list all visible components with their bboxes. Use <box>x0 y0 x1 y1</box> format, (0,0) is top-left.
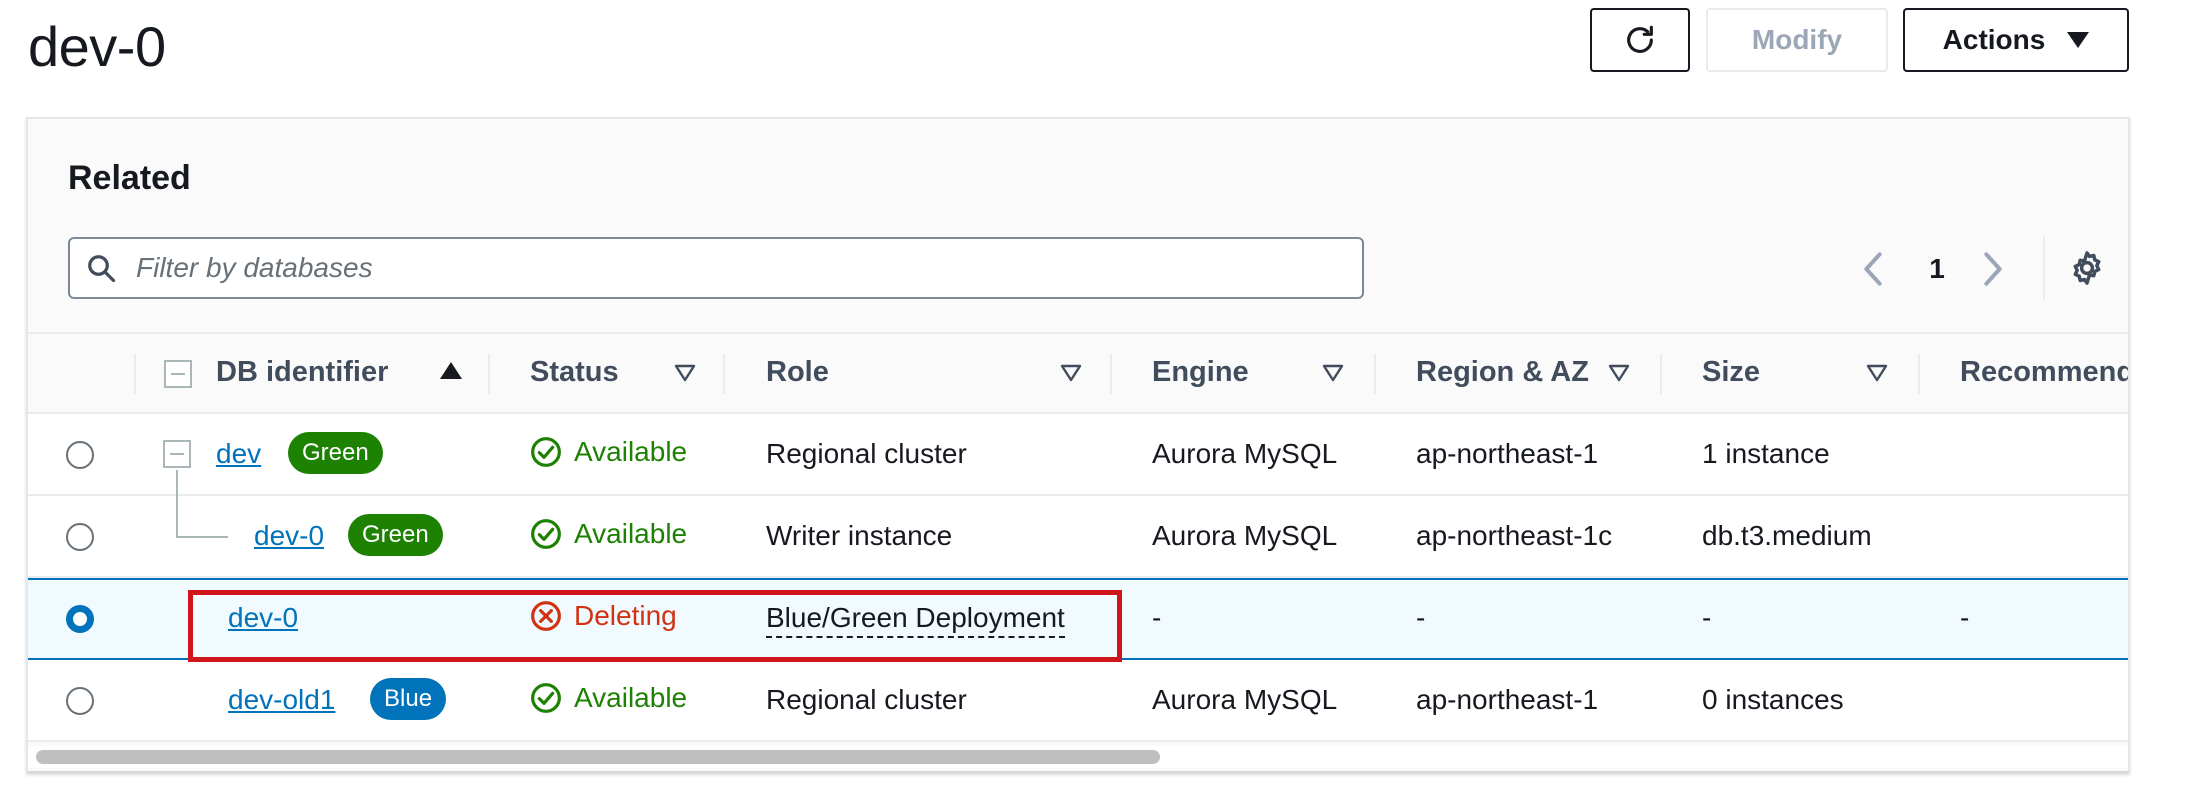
role-cell: Writer instance <box>766 520 953 551</box>
size-cell: db.t3.medium <box>1702 520 1872 551</box>
size-cell: 1 instance <box>1702 438 1830 469</box>
column-header-recommendations[interactable]: Recommenda <box>1960 356 2128 389</box>
gear-icon[interactable] <box>2068 249 2106 287</box>
deployment-badge: Blue <box>370 678 447 720</box>
check-circle-icon <box>531 437 561 467</box>
horizontal-scrollbar[interactable] <box>28 746 2128 768</box>
actions-dropdown[interactable]: Actions <box>1903 8 2129 72</box>
size-cell: - <box>1702 602 1712 633</box>
engine-cell: - <box>1152 602 1162 633</box>
column-divider <box>1374 354 1376 394</box>
column-divider <box>1660 354 1662 394</box>
collapse-all-icon[interactable] <box>164 360 192 388</box>
status-text: Available <box>574 682 688 713</box>
db-identifier-link[interactable]: dev <box>216 438 261 470</box>
engine-cell: Aurora MySQL <box>1152 520 1338 551</box>
column-header-size[interactable]: Size <box>1702 356 1760 389</box>
refresh-button[interactable] <box>1590 8 1690 72</box>
search-box[interactable] <box>68 237 1364 299</box>
caret-down-icon <box>2067 32 2090 48</box>
region-cell: ap-northeast-1 <box>1416 684 1599 715</box>
chevron-left-icon[interactable] <box>1858 249 1888 289</box>
sort-icon[interactable] <box>1608 364 1630 382</box>
search-input[interactable] <box>136 241 1336 295</box>
size-cell: 0 instances <box>1702 684 1844 715</box>
recommendation-cell: - <box>1960 602 1970 633</box>
status-cell: Available <box>530 518 687 550</box>
row-radio-selected[interactable] <box>66 605 94 633</box>
sort-icon[interactable] <box>1060 364 1082 382</box>
column-divider <box>723 354 725 394</box>
annotation-highlight-box <box>188 590 1122 662</box>
region-cell: ap-northeast-1c <box>1416 520 1613 551</box>
section-title: Related <box>68 159 191 197</box>
page-title: dev-0 <box>28 15 166 78</box>
column-divider <box>488 354 490 394</box>
collapse-row-icon[interactable] <box>163 440 191 468</box>
role-cell: Regional cluster <box>766 684 967 715</box>
table-header: DB identifier Status Role Engine Region … <box>28 332 2128 414</box>
search-icon <box>88 255 116 283</box>
deployment-badge: Green <box>348 514 443 556</box>
status-text: Available <box>574 518 688 549</box>
region-cell: ap-northeast-1 <box>1416 438 1599 469</box>
column-header-region[interactable]: Region & AZ <box>1416 356 1589 389</box>
table-row[interactable]: dev Green Available Regional cluster Aur… <box>28 414 2128 558</box>
tree-connector <box>176 496 178 536</box>
page-number[interactable]: 1 <box>1922 253 1952 285</box>
db-identifier-link[interactable]: dev-old1 <box>228 684 335 716</box>
column-divider <box>1918 354 1920 394</box>
row-radio[interactable] <box>66 523 94 551</box>
table-row[interactable]: dev-0 Green Available Writer instance Au… <box>28 496 2128 578</box>
modify-button[interactable]: Modify <box>1706 8 1888 72</box>
sort-ascending-icon[interactable] <box>440 362 462 379</box>
column-header-engine[interactable]: Engine <box>1152 356 1249 389</box>
engine-cell: Aurora MySQL <box>1152 684 1338 715</box>
status-text: Available <box>574 436 688 467</box>
role-cell: Regional cluster <box>766 438 967 469</box>
chevron-right-icon[interactable] <box>1978 249 2008 289</box>
refresh-icon <box>1627 25 1653 53</box>
sort-icon[interactable] <box>674 364 696 382</box>
column-divider <box>134 354 136 394</box>
check-circle-icon <box>531 519 561 549</box>
deployment-badge: Green <box>288 432 383 474</box>
row-radio[interactable] <box>66 441 94 469</box>
column-header-db-identifier[interactable]: DB identifier <box>216 356 388 389</box>
db-identifier-link[interactable]: dev-0 <box>254 520 324 552</box>
scrollbar-thumb[interactable] <box>36 750 1160 764</box>
divider <box>2043 237 2045 299</box>
sort-icon[interactable] <box>1322 364 1344 382</box>
column-header-role[interactable]: Role <box>766 356 829 389</box>
actions-label: Actions <box>1942 24 2046 55</box>
engine-cell: Aurora MySQL <box>1152 438 1338 469</box>
related-panel: Related 1 DB identifier Status Role Engi… <box>26 117 2130 773</box>
row-radio[interactable] <box>66 687 94 715</box>
table-row[interactable]: dev-old1 Blue Available Regional cluster… <box>28 660 2128 742</box>
tree-connector <box>176 536 228 538</box>
check-circle-icon <box>531 683 561 713</box>
status-cell: Available <box>530 682 687 714</box>
column-header-status[interactable]: Status <box>530 356 619 389</box>
column-divider <box>1110 354 1112 394</box>
status-cell: Available <box>530 436 687 468</box>
sort-icon[interactable] <box>1866 364 1888 382</box>
region-cell: - <box>1416 602 1426 633</box>
